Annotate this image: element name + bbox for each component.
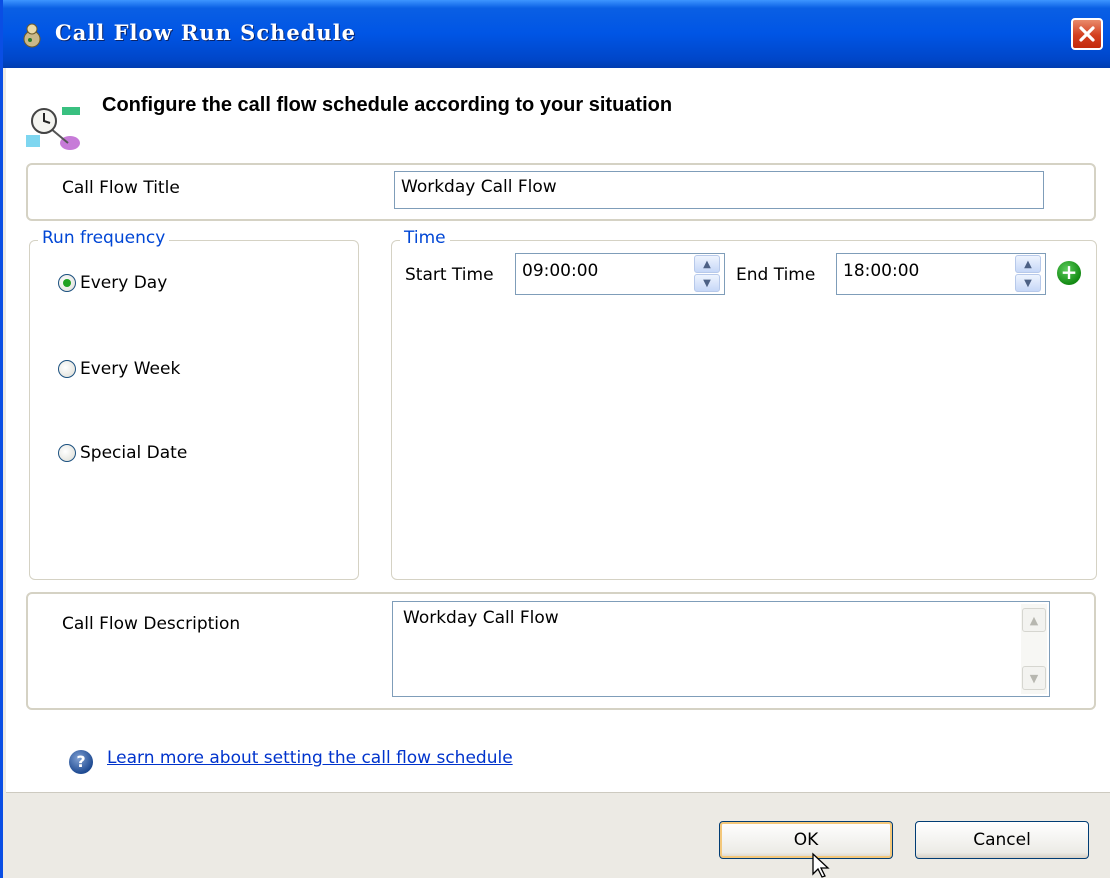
radio-button[interactable]	[58, 274, 76, 292]
call-flow-title-input[interactable]: Workday Call Flow	[394, 171, 1044, 209]
end-time-spinner[interactable]: ▲ ▼	[1015, 255, 1041, 293]
schedule-clock-icon	[26, 107, 80, 150]
title-bar[interactable]: Call Flow Run Schedule	[3, 0, 1110, 68]
radio-special-date[interactable]: Special Date	[58, 443, 187, 463]
cancel-button[interactable]: Cancel	[915, 821, 1089, 859]
dialog-header-text: Configure the call flow schedule accordi…	[102, 94, 673, 116]
run-frequency-group: Run frequency Every Day Every Week Speci…	[29, 228, 359, 580]
add-time-icon[interactable]: +	[1057, 261, 1081, 285]
help-link[interactable]: Learn more about setting the call flow s…	[107, 748, 513, 768]
description-panel: Call Flow Description Workday Call Flow …	[26, 592, 1096, 710]
dialog-window: Call Flow Run Schedule Configure the cal…	[0, 0, 1110, 878]
call-flow-description-input[interactable]: Workday Call Flow ▲ ▼	[392, 601, 1050, 697]
scroll-up-icon[interactable]: ▲	[1022, 608, 1046, 632]
ok-button[interactable]: OK	[719, 821, 893, 859]
spin-down-icon[interactable]: ▼	[1015, 274, 1041, 292]
scroll-down-icon[interactable]: ▼	[1022, 666, 1046, 690]
app-icon	[23, 23, 41, 48]
start-time-label: Start Time	[405, 265, 494, 285]
spin-down-icon[interactable]: ▼	[694, 274, 720, 292]
help-icon[interactable]: ?	[69, 750, 93, 774]
window-title: Call Flow Run Schedule	[55, 20, 357, 45]
run-frequency-legend: Run frequency	[38, 228, 170, 248]
radio-button[interactable]	[58, 444, 76, 462]
dialog-footer: OK Cancel	[6, 792, 1110, 878]
spin-up-icon[interactable]: ▲	[694, 255, 720, 273]
radio-label: Special Date	[80, 443, 188, 463]
radio-every-day[interactable]: Every Day	[58, 273, 167, 293]
call-flow-title-label: Call Flow Title	[62, 178, 180, 198]
spin-up-icon[interactable]: ▲	[1015, 255, 1041, 273]
title-panel: Call Flow Title Workday Call Flow	[26, 163, 1096, 221]
radio-label: Every Day	[80, 273, 168, 293]
radio-every-week[interactable]: Every Week	[58, 359, 180, 379]
close-button[interactable]	[1071, 18, 1103, 50]
end-time-label: End Time	[736, 265, 816, 285]
start-time-spinner[interactable]: ▲ ▼	[694, 255, 720, 293]
description-scrollbar[interactable]: ▲ ▼	[1021, 604, 1047, 694]
close-icon	[1079, 26, 1095, 42]
radio-button[interactable]	[58, 360, 76, 378]
time-group: Time Start Time 09:00:00 ▲ ▼ End Time 18…	[391, 228, 1097, 580]
time-legend: Time	[400, 228, 450, 248]
dialog-content: Configure the call flow schedule accordi…	[6, 68, 1110, 792]
mouse-cursor-icon	[812, 852, 830, 878]
call-flow-description-label: Call Flow Description	[62, 614, 241, 634]
description-text: Workday Call Flow	[403, 608, 559, 628]
radio-label: Every Week	[80, 359, 181, 379]
